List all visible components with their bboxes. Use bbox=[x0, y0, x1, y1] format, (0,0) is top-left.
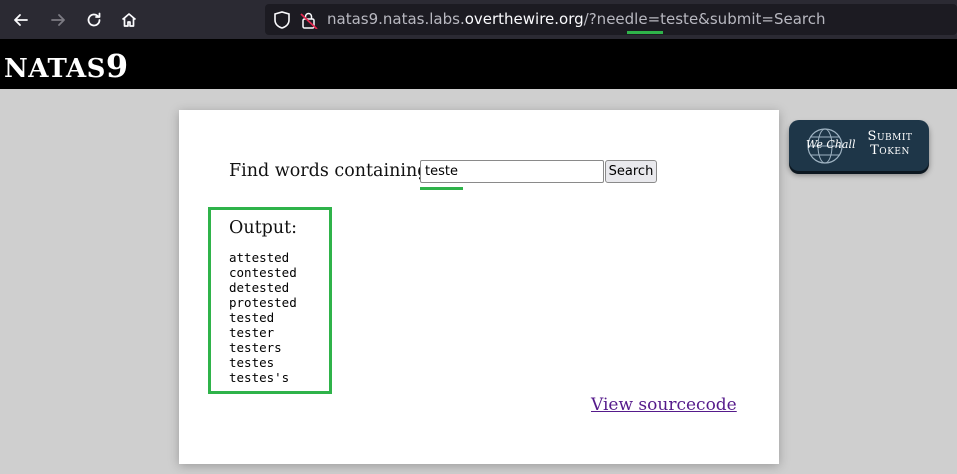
output-line: testers bbox=[229, 340, 282, 355]
shield-icon bbox=[274, 11, 318, 29]
back-arrow-icon bbox=[14, 14, 28, 26]
address-bar[interactable]: natas9.natas.labs.overthewire.org/?needl… bbox=[265, 4, 957, 35]
output-line: contested bbox=[229, 265, 297, 280]
output-box: Output: attested contested detested prot… bbox=[208, 207, 332, 394]
forward-button[interactable] bbox=[45, 7, 71, 33]
output-line: testes bbox=[229, 355, 275, 370]
content-card: Find words containing: Search Output: at… bbox=[179, 110, 779, 464]
forward-arrow-icon bbox=[51, 14, 65, 26]
output-line: tester bbox=[229, 325, 275, 340]
page-header: NATAS9 bbox=[0, 39, 957, 89]
output-line: protested bbox=[229, 295, 297, 310]
input-highlight-underline bbox=[420, 187, 463, 190]
output-line: attested bbox=[229, 250, 290, 265]
url-domain: overthewire.org bbox=[464, 10, 584, 28]
output-list: attested contested detested protested te… bbox=[229, 250, 297, 385]
needle-input[interactable] bbox=[420, 160, 604, 183]
submit-token-button[interactable]: We Chall Submit Token bbox=[789, 120, 929, 171]
output-line: tested bbox=[229, 310, 275, 325]
submit-token-line1: Submit bbox=[867, 129, 913, 144]
submit-token-line2: Token bbox=[870, 143, 910, 158]
insecure-lock-icon bbox=[300, 12, 318, 29]
home-button[interactable] bbox=[116, 7, 142, 33]
reload-icon bbox=[87, 12, 101, 27]
home-icon bbox=[121, 13, 137, 27]
search-button[interactable]: Search bbox=[605, 160, 657, 183]
title-text: NATAS bbox=[4, 54, 106, 84]
url-prefix: natas9.natas.labs. bbox=[327, 10, 465, 28]
page-title: NATAS9 bbox=[4, 47, 129, 85]
browser-toolbar: natas9.natas.labs.overthewire.org/?needl… bbox=[0, 0, 957, 39]
url-highlight-underline bbox=[627, 31, 663, 34]
reload-button[interactable] bbox=[81, 7, 107, 33]
url-path: /?needle=teste&submit=Search bbox=[583, 10, 826, 28]
title-number: 9 bbox=[105, 47, 129, 85]
output-line: detested bbox=[229, 280, 290, 295]
output-line: testes's bbox=[229, 370, 290, 385]
wechall-logo-text: We Chall bbox=[806, 138, 856, 151]
url-text: natas9.natas.labs.overthewire.org/?needl… bbox=[327, 4, 825, 35]
output-title: Output: bbox=[229, 218, 298, 238]
submit-token-label: Submit Token bbox=[859, 130, 921, 158]
back-button[interactable] bbox=[8, 7, 34, 33]
view-sourcecode-link[interactable]: View sourcecode bbox=[591, 395, 737, 415]
search-label: Find words containing: bbox=[229, 161, 435, 181]
